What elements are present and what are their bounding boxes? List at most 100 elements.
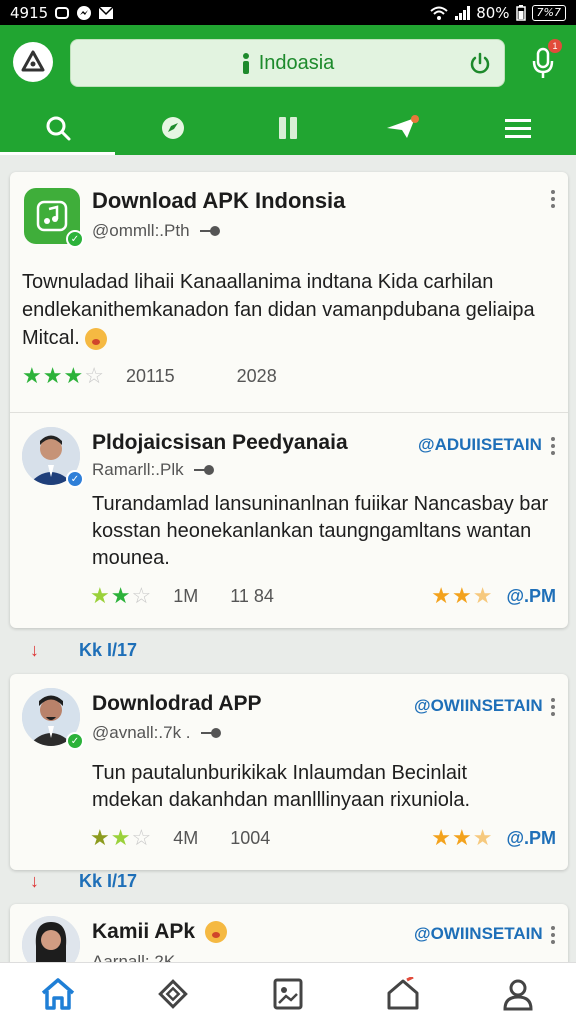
power-icon[interactable] [468,52,492,81]
star-half-icon: ★ [472,825,493,850]
verified-icon: ✓ [66,230,84,248]
star-icon: ★ [110,583,131,608]
voice-search-button[interactable]: 1 [528,39,562,83]
messenger-icon [76,5,92,21]
separator-label[interactable]: Kk I/17 [79,640,137,661]
app-stats: ★ ★ ☆ 1M 11 84 [90,585,274,607]
arrow-down-icon: ↓ [30,640,39,660]
app-card-1[interactable]: ✓ Download APK Indonsia @ommll:.Pth Town… [10,172,568,412]
battery-label: 7%7 [531,4,566,21]
rating-stars: ★ ★ ☆ [90,827,151,849]
pause-icon [279,116,297,139]
signal-icon [454,5,471,20]
send-icon [387,114,420,138]
app-title: Downlodrad APP [92,692,262,715]
stat-count: 11 84 [230,585,274,606]
feed-card-group: ✓ Download APK Indonsia @ommll:.Pth Town… [10,172,568,628]
battery-percent: 80% [476,3,510,22]
star-icon: ★ [110,825,131,850]
gallery-icon [273,978,303,1009]
section-separator: ↓ Kk I/17 [30,871,137,892]
app-handle: @avnall:.7k . [92,723,223,743]
app-icon: ✓ [24,188,84,248]
wifi-icon [430,6,448,20]
app-handle: @ommll:.Pth [92,221,222,241]
stat-year: 2028 [236,365,277,386]
link-icon [200,728,221,738]
star-icon: ★ [451,583,472,608]
star-icon: ★ [90,825,110,850]
star-icon: ★ [431,825,451,850]
handle-text: @ommll:.Pth [92,221,190,240]
star-icon: ★ [63,363,84,388]
notification-icon [54,5,70,21]
status-bar: 4915 80% 7%7 [0,0,576,25]
app-logo[interactable] [13,42,53,82]
emoji-icon [204,921,227,944]
more-options-icon[interactable] [550,437,556,455]
search-icon [46,116,71,140]
tab-menu[interactable] [461,100,576,155]
tab-send[interactable] [346,100,461,155]
publisher-tag[interactable]: @ADUIISETAIN [418,435,542,455]
logo-icon [21,50,45,72]
arrow-down-icon: ↓ [30,871,39,891]
app-card-3[interactable]: ✓ Downlodrad APP @OWIINSETAIN @avnall:.7… [10,674,568,870]
status-time: 4915 [10,3,49,22]
battery-icon [515,4,526,21]
star-half-icon: ★ [472,583,493,608]
rating-stars: ★ ★ ☆ [90,585,151,607]
tab-search[interactable] [0,100,116,155]
user-rating: ★ ★ ★ @.PM [431,585,556,607]
separator-label[interactable]: Kk I/17 [79,871,137,892]
tab-pause[interactable] [230,100,345,155]
app-title: Download APK Indonsia [92,188,346,213]
location-selector[interactable]: Indoasia [70,39,505,87]
app-header: Indoasia 1 [0,25,576,100]
app-title: Kamii APk [92,920,227,944]
star-empty-icon: ☆ [131,583,152,608]
app-card-2[interactable]: ✓ Pldojaicsisan Peedyanaia @ADUIISETAIN … [10,413,568,628]
post-time: @.PM [506,585,556,606]
nav-tabs [0,100,576,155]
more-options-icon[interactable] [550,926,556,944]
emoji-icon [85,327,108,350]
home-icon [41,977,74,1010]
bottom-nav-apps[interactable] [115,963,230,1024]
stat-downloads: 20115 [125,365,175,386]
bottom-nav-updates[interactable] [346,963,461,1024]
bottom-nav-gallery[interactable] [230,963,345,1024]
verified-icon: ✓ [66,470,84,488]
app-description: Tun pautalunburikikak Inlaumdan Becinlai… [92,762,471,811]
app-title: Pldojaicsisan Peedyanaia [92,431,348,454]
more-options-icon[interactable] [550,698,556,716]
app-handle: Ramarll:.Plk [92,460,216,480]
bottom-nav-home[interactable] [0,963,115,1024]
verified-icon: ✓ [66,732,84,750]
publisher-tag[interactable]: @OWIINSETAIN [414,696,543,716]
star-icon: ★ [22,363,42,388]
compass-icon [161,116,184,139]
stat-downloads: 1M [173,585,199,606]
music-icon [36,200,68,232]
house-notification-icon [387,976,419,1009]
stat-count: 1004 [230,827,271,848]
bottom-nav [0,962,576,1024]
section-separator: ↓ Kk I/17 [30,640,137,661]
publisher-tag[interactable]: @OWIINSETAIN [414,924,543,944]
location-marker-icon [242,53,249,74]
rating-stars: ★ ★ ★ [431,585,492,607]
tab-explore[interactable] [115,100,230,155]
bottom-nav-profile[interactable] [461,963,576,1024]
more-options-icon[interactable] [550,190,556,208]
user-rating: ★ ★ ★ @.PM [431,827,556,849]
title-text: Kamii APk [92,920,196,943]
rating-stars: ★ ★ ★ ☆ [22,365,104,387]
star-icon: ★ [451,825,472,850]
app-stats: ★ ★ ★ ☆ 20115 2028 [22,365,277,387]
notification-badge: 1 [548,39,562,53]
post-time: @.PM [506,827,556,848]
star-icon: ★ [42,363,63,388]
app-stats: ★ ★ ☆ 4M 1004 [90,827,270,849]
profile-icon [503,979,533,1010]
